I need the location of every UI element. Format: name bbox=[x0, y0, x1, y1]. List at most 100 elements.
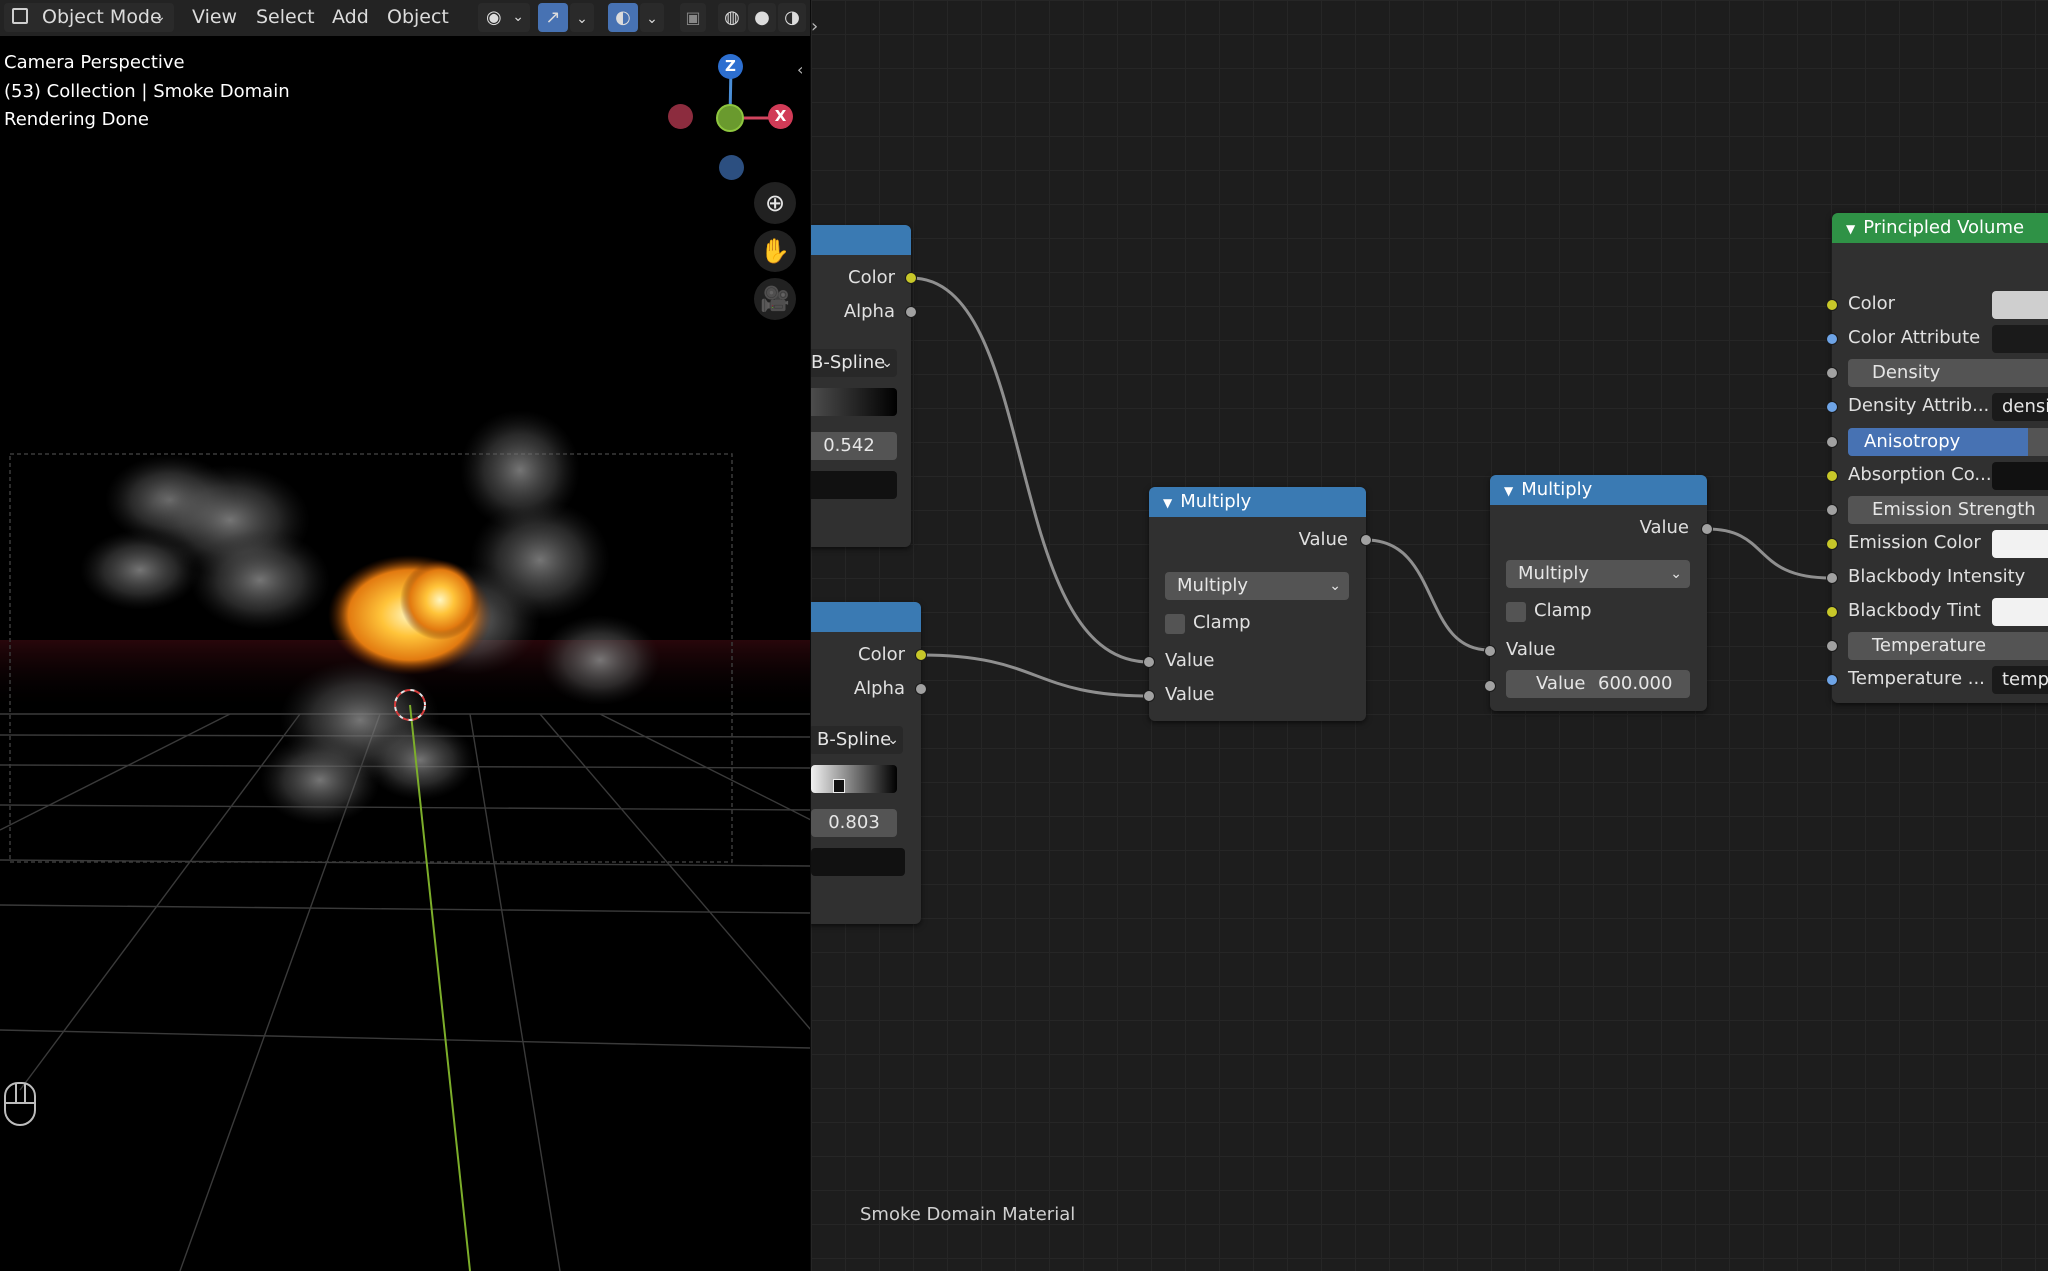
input-blackbody-intensity-socket[interactable] bbox=[1826, 572, 1838, 584]
color-attribute-field[interactable] bbox=[1992, 325, 2048, 353]
emission-strength-field[interactable]: Emission Strength bbox=[1848, 496, 2048, 524]
material-name-label: Smoke Domain Material bbox=[860, 1204, 1076, 1225]
operation-dropdown[interactable]: Multiply ⌄ bbox=[1506, 560, 1690, 588]
stop-position-value: 0.542 bbox=[823, 435, 875, 456]
camera-view-icon[interactable]: 🎥 bbox=[754, 278, 796, 320]
input-absorption-color-socket[interactable] bbox=[1826, 470, 1838, 482]
navigation-gizmo[interactable] bbox=[0, 0, 811, 200]
input-value-socket-1[interactable] bbox=[1143, 656, 1155, 668]
input-value-socket-2[interactable] bbox=[1143, 690, 1155, 702]
temperature-attribute-field[interactable]: temp bbox=[1992, 666, 2048, 694]
shader-node-editor[interactable]: › Color Alpha B-Spline ⌄ 0.542 Color Alp… bbox=[811, 0, 2048, 1271]
density-field[interactable]: Density bbox=[1848, 359, 2048, 387]
color-swatch[interactable] bbox=[1992, 291, 2048, 319]
gizmo-neg-x-axis[interactable] bbox=[668, 104, 693, 129]
3d-viewport[interactable]: Object Mode ⌄ View Select Add Object ◉ ⌄… bbox=[0, 0, 811, 1271]
node-header[interactable]: ▼ Multiply bbox=[1149, 487, 1366, 517]
input-temperature-attribute-socket[interactable] bbox=[1826, 674, 1838, 686]
stop-position-field[interactable]: 0.542 bbox=[811, 432, 897, 460]
input-density-socket[interactable] bbox=[1826, 367, 1838, 379]
output-color-label: Color bbox=[858, 644, 905, 665]
output-value-socket[interactable] bbox=[1360, 534, 1372, 546]
anisotropy-label: Anisotropy bbox=[1864, 431, 1961, 452]
temperature-field[interactable]: Temperature bbox=[1848, 632, 2048, 660]
input-emission-color-socket[interactable] bbox=[1826, 538, 1838, 550]
math-multiply-node-1[interactable]: ▼ Multiply Value Multiply ⌄ Clamp Value V… bbox=[1143, 487, 1372, 721]
interpolation-label: B-Spline bbox=[811, 352, 886, 373]
absorption-color-swatch[interactable] bbox=[1992, 462, 2048, 490]
output-color-socket[interactable] bbox=[905, 272, 917, 284]
emission-strength-label: Emission Strength bbox=[1872, 499, 2036, 520]
gizmo-neg-z-axis[interactable] bbox=[719, 155, 744, 180]
color-ramp-node-2[interactable]: Color Alpha B-Spline ⌄ 0.803 bbox=[811, 602, 927, 924]
color-ramp-header[interactable] bbox=[811, 602, 921, 632]
node-title: Principled Volume bbox=[1863, 217, 2025, 238]
clamp-checkbox[interactable] bbox=[1506, 602, 1526, 622]
color-stop-handle[interactable] bbox=[833, 779, 845, 793]
stop-position-field[interactable]: 0.803 bbox=[811, 809, 897, 837]
output-color-socket[interactable] bbox=[915, 649, 927, 661]
node-header[interactable]: ▼ Principled Volume bbox=[1832, 213, 2048, 243]
stop-position-value: 0.803 bbox=[828, 812, 880, 833]
density-attribute-field[interactable]: densi bbox=[1992, 393, 2048, 421]
output-alpha-socket[interactable] bbox=[915, 683, 927, 695]
node-title: Multiply bbox=[1521, 479, 1593, 500]
color-ramp-header[interactable] bbox=[811, 225, 911, 255]
operation-dropdown[interactable]: Multiply ⌄ bbox=[1165, 572, 1349, 600]
principled-volume-node[interactable]: ▼ Principled Volume Color Color Attribute… bbox=[1826, 213, 2048, 703]
collapse-triangle-icon[interactable]: ▼ bbox=[1846, 222, 1855, 236]
input-color-attribute-socket[interactable] bbox=[1826, 333, 1838, 345]
chevron-down-icon: ⌄ bbox=[1670, 566, 1682, 582]
zoom-icon[interactable]: ⊕ bbox=[754, 182, 796, 224]
node-title: Multiply bbox=[1180, 491, 1252, 512]
color-label: Color bbox=[1848, 293, 1895, 314]
blackbody-intensity-label: Blackbody Intensity bbox=[1848, 566, 2026, 587]
color-ramp-gradient[interactable] bbox=[811, 765, 897, 793]
chevron-down-icon: ⌄ bbox=[881, 355, 893, 371]
collapse-triangle-icon[interactable]: ▼ bbox=[1504, 484, 1513, 498]
emission-color-swatch[interactable] bbox=[1992, 530, 2048, 558]
interpolation-dropdown[interactable]: B-Spline ⌄ bbox=[811, 726, 903, 754]
color-attribute-label: Color Attribute bbox=[1848, 327, 1981, 348]
input-value-socket-2[interactable] bbox=[1484, 680, 1496, 692]
output-alpha-socket[interactable] bbox=[905, 306, 917, 318]
node-header[interactable]: ▼ Multiply bbox=[1490, 475, 1707, 505]
clamp-label: Clamp bbox=[1534, 600, 1592, 621]
input-density-attribute-socket[interactable] bbox=[1826, 401, 1838, 413]
color-ramp-node-1[interactable]: Color Alpha B-Spline ⌄ 0.542 bbox=[811, 225, 917, 547]
blackbody-tint-swatch[interactable] bbox=[1992, 598, 2048, 626]
operation-label: Multiply bbox=[1177, 575, 1249, 596]
input-emission-strength-socket[interactable] bbox=[1826, 504, 1838, 516]
temperature-attribute-label: Temperature ... bbox=[1848, 668, 1985, 689]
input-value-socket-1[interactable] bbox=[1484, 645, 1496, 657]
gizmo-x-label: X bbox=[774, 107, 787, 125]
output-value-label: Value bbox=[1639, 517, 1689, 538]
output-value-label: Value bbox=[1298, 529, 1348, 550]
absorption-color-label: Absorption Co... bbox=[1848, 464, 1992, 485]
value-number-field[interactable]: Value 600.000 bbox=[1506, 670, 1690, 698]
output-value-socket[interactable] bbox=[1701, 523, 1713, 535]
pan-hand-icon[interactable]: ✋ bbox=[754, 230, 796, 272]
density-attribute-label: Density Attrib... bbox=[1848, 395, 1990, 416]
interpolation-dropdown[interactable]: B-Spline ⌄ bbox=[811, 349, 897, 377]
input-temperature-socket[interactable] bbox=[1826, 640, 1838, 652]
color-ramp-gradient[interactable] bbox=[811, 388, 897, 416]
value-field-number: 600.000 bbox=[1598, 673, 1673, 694]
gizmo-z-axis[interactable]: Z bbox=[718, 54, 743, 79]
stop-color-swatch[interactable] bbox=[811, 848, 905, 876]
input-blackbody-tint-socket[interactable] bbox=[1826, 606, 1838, 618]
input-anisotropy-socket[interactable] bbox=[1826, 436, 1838, 448]
gizmo-y-axis[interactable] bbox=[716, 104, 744, 132]
input-color-socket[interactable] bbox=[1826, 299, 1838, 311]
gizmo-x-axis[interactable]: X bbox=[768, 104, 793, 129]
temperature-attribute-value: temp bbox=[2002, 669, 2048, 690]
interpolation-label: B-Spline bbox=[817, 729, 892, 750]
math-multiply-node-2[interactable]: ▼ Multiply Value Multiply ⌄ Clamp Value V… bbox=[1484, 475, 1713, 711]
stop-color-swatch[interactable] bbox=[811, 471, 897, 499]
clamp-checkbox[interactable] bbox=[1165, 614, 1185, 634]
collapse-triangle-icon[interactable]: ▼ bbox=[1163, 496, 1172, 510]
chevron-down-icon: ⌄ bbox=[887, 732, 899, 748]
input-value-label-1: Value bbox=[1165, 650, 1215, 671]
anisotropy-slider[interactable]: Anisotropy bbox=[1848, 428, 2048, 456]
blackbody-tint-label: Blackbody Tint bbox=[1848, 600, 1981, 621]
